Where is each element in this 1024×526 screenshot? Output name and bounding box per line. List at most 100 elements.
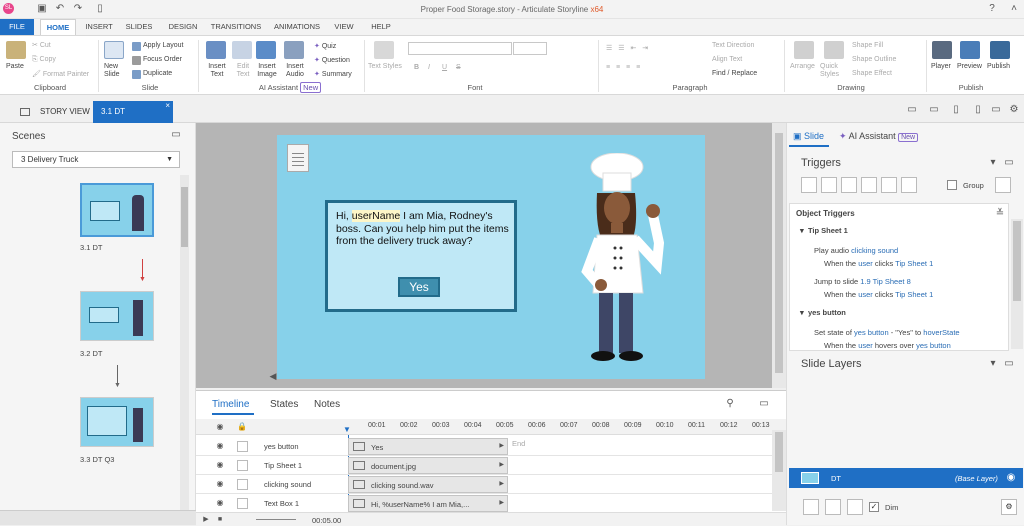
alignment-icon[interactable]: ≡ ≡ ≡ ≡	[606, 64, 642, 71]
visibility-eye-icon[interactable]: ◉	[1005, 472, 1017, 484]
lock-checkbox[interactable]	[237, 460, 248, 471]
chef-character[interactable]	[577, 153, 667, 373]
collapse-icon[interactable]: ▾	[987, 157, 999, 169]
trigger-action[interactable]: Play audio clicking sound	[814, 246, 898, 255]
close-tab-icon[interactable]: ×	[165, 95, 170, 117]
triggers-scrollbar[interactable]	[1011, 219, 1023, 349]
timeline-bar[interactable]: clicking sound.wav ▶	[348, 476, 508, 493]
quick-styles-button[interactable]: Quick Styles	[820, 63, 846, 79]
lock-checkbox[interactable]	[237, 479, 248, 490]
playhead-icon[interactable]: ▼	[343, 425, 351, 434]
new-slide-button[interactable]: New Slide	[104, 63, 128, 79]
duplicate-layer-icon[interactable]	[825, 499, 841, 515]
new-layer-icon[interactable]	[803, 499, 819, 515]
copy-button[interactable]: ⎘ Copy	[32, 56, 56, 64]
tab-insert[interactable]: INSERT	[82, 19, 116, 35]
delete-layer-icon[interactable]	[847, 499, 863, 515]
trigger-condition[interactable]: When the user clicks Tip Sheet 1	[824, 290, 933, 299]
timeline-options-icon[interactable]: ⚲	[724, 398, 736, 410]
scrollbar-thumb[interactable]	[181, 187, 188, 247]
shape-outline-button[interactable]: Shape Outline	[852, 56, 896, 63]
collapse-icon[interactable]: ▾	[800, 226, 804, 235]
shape-fill-button[interactable]: Shape Fill	[852, 42, 883, 49]
yes-button[interactable]: Yes	[398, 277, 440, 297]
help-icon[interactable]: ?	[986, 3, 998, 15]
lock-checkbox[interactable]	[237, 441, 248, 452]
timeline-scrollbar[interactable]	[772, 430, 786, 511]
phone-landscape-icon[interactable]: ▭	[990, 104, 1002, 116]
slide-thumb-3-1[interactable]	[80, 183, 154, 237]
tab-states[interactable]: States	[270, 399, 298, 410]
scrollbar-thumb[interactable]	[775, 133, 783, 373]
timeline-row[interactable]: ◉ yes button Yes ▶	[196, 437, 786, 456]
bullets-icon[interactable]: ☰ ☰ ⇤ ⇥	[606, 44, 650, 52]
timeline-row[interactable]: ◉ clicking sound clicking sound.wav ▶	[196, 475, 786, 494]
edit-text-button[interactable]: Edit Text	[232, 63, 254, 79]
panel-menu-icon[interactable]: ▭	[1003, 358, 1015, 370]
tab-animations[interactable]: ANIMATIONS	[270, 19, 324, 35]
font-size-select[interactable]	[513, 42, 547, 55]
panel-menu-icon[interactable]: ▭	[1003, 157, 1015, 169]
underline-button[interactable]: U	[442, 64, 447, 71]
tab-home[interactable]: HOME	[40, 19, 76, 35]
tab-design[interactable]: DESIGN	[166, 19, 200, 35]
visibility-eye-icon[interactable]: ◉	[214, 459, 226, 471]
summary-button[interactable]: ✦ Summary	[314, 70, 352, 78]
visibility-eye-icon[interactable]: ◉	[214, 421, 226, 433]
publish-button[interactable]: Publish	[987, 63, 1010, 70]
settings-gear-icon[interactable]: ⚙	[1008, 104, 1020, 116]
tab-slide[interactable]: ▣ Slide	[793, 131, 824, 142]
scrollbar-thumb[interactable]	[775, 432, 783, 472]
trigger-object-header[interactable]: ▾ Tip Sheet 1	[800, 226, 848, 235]
new-trigger-icon[interactable]	[801, 177, 817, 193]
edit-trigger-icon[interactable]	[821, 177, 837, 193]
slide-thumb-3-3[interactable]	[80, 397, 154, 447]
timeline-bar[interactable]: Hi, %userName% I am Mia,... ▶	[348, 495, 508, 512]
collapse-all-icon[interactable]: ≚	[994, 208, 1006, 220]
tab-ai-assistant[interactable]: ✦ AI Assistant New	[839, 131, 919, 142]
lock-checkbox[interactable]	[237, 498, 248, 509]
trigger-condition[interactable]: When the user hovers over yes button	[824, 341, 951, 350]
apply-layout-button[interactable]: Apply Layout	[143, 42, 183, 49]
text-styles-button[interactable]: Text Styles	[368, 63, 402, 70]
panel-menu-icon[interactable]: ▭	[758, 398, 770, 410]
collapse-icon[interactable]: ▾	[987, 358, 999, 370]
italic-button[interactable]: I	[428, 64, 430, 71]
duplicate-button[interactable]: Duplicate	[143, 70, 172, 77]
visibility-eye-icon[interactable]: ◉	[214, 440, 226, 452]
font-family-select[interactable]	[408, 42, 512, 55]
focus-order-button[interactable]: Focus Order	[143, 56, 182, 63]
group-checkbox[interactable]	[947, 180, 957, 190]
layer-settings-gear-icon[interactable]: ⚙	[1001, 499, 1017, 515]
stage-scrollbar[interactable]	[772, 123, 786, 388]
tab-timeline[interactable]: Timeline	[212, 399, 249, 410]
tab-slides[interactable]: SLIDES	[122, 19, 156, 35]
timeline-row[interactable]: ◉ Text Box 1 Hi, %userName% I am Mia,...…	[196, 494, 786, 513]
paste-trigger-icon[interactable]	[861, 177, 877, 193]
slide-tab-3-1[interactable]: 3.1 DT ×	[93, 101, 173, 123]
text-direction-button[interactable]: Text Direction	[712, 42, 754, 49]
trigger-condition[interactable]: When the user clicks Tip Sheet 1	[824, 259, 933, 268]
visibility-eye-icon[interactable]: ◉	[214, 497, 226, 509]
trigger-action[interactable]: Jump to slide 1.9 Tip Sheet 8	[814, 277, 911, 286]
tab-transitions[interactable]: TRANSITIONS	[208, 19, 264, 35]
lock-icon[interactable]: 🔒	[236, 421, 248, 433]
zoom-slider[interactable]	[256, 519, 296, 520]
arrange-button[interactable]: Arrange	[790, 63, 815, 70]
format-painter-button[interactable]: 🖌 Format Painter	[32, 70, 89, 78]
scene-select[interactable]: 3 Delivery Truck ▼	[12, 151, 180, 168]
insert-audio-button[interactable]: Insert Audio	[282, 63, 308, 79]
slide-canvas[interactable]: Hi, userName I am Mia, Rodney's boss. Ca…	[277, 135, 705, 379]
tab-view[interactable]: VIEW	[330, 19, 358, 35]
tablet-landscape-icon[interactable]: ▭	[928, 104, 940, 116]
tab-file[interactable]: FILE	[0, 19, 34, 35]
panel-menu-icon[interactable]: ▭	[170, 129, 182, 141]
trigger-object-header[interactable]: ▾ yes button	[800, 308, 846, 317]
slide-thumb-3-2[interactable]	[80, 291, 154, 341]
scrollbar-thumb[interactable]	[1013, 221, 1021, 301]
dialog-box[interactable]: Hi, userName I am Mia, Rodney's boss. Ca…	[325, 200, 517, 312]
play-icon[interactable]: ▶	[200, 514, 212, 526]
timeline-bar[interactable]: Yes ▶	[348, 438, 508, 455]
desktop-icon[interactable]: ▭	[906, 104, 918, 116]
scenes-scrollbar[interactable]	[180, 175, 189, 515]
